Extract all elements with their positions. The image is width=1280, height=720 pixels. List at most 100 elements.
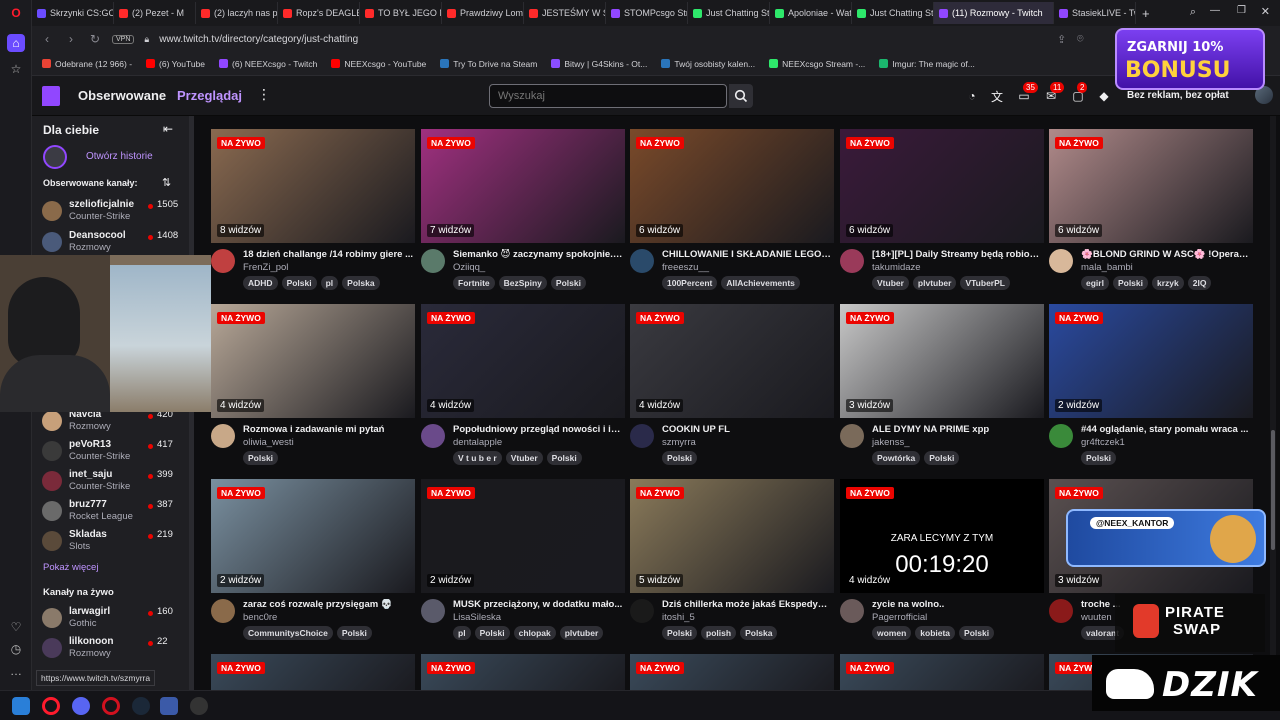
streamer-name[interactable]: benc0re: [243, 612, 277, 623]
prime-loot-icon[interactable]: ◔: [964, 88, 980, 104]
streamer-avatar[interactable]: [421, 599, 445, 623]
open-history-link[interactable]: Otwórz historie: [86, 151, 153, 162]
streamer-avatar[interactable]: [840, 249, 864, 273]
stream-thumbnail[interactable]: NA ŻYWO 3 widzów: [840, 304, 1044, 418]
stream-thumbnail[interactable]: NA ŻYWO 2 widzów: [421, 479, 625, 593]
streamer-avatar[interactable]: [630, 424, 654, 448]
stream-title[interactable]: COOKIN UP FL: [662, 424, 832, 435]
stream-title[interactable]: MUSK przeciążony, w dodatku mało...: [453, 599, 623, 610]
tag-pill[interactable]: Polska: [740, 626, 778, 640]
stream-title[interactable]: Popołudniowy przegląd nowości i in...: [453, 424, 623, 435]
bookmark-item[interactable]: Odebrane (12 966) -: [42, 59, 132, 69]
streamer-name[interactable]: szmyrra: [662, 437, 696, 448]
streamer-avatar[interactable]: [630, 599, 654, 623]
stream-card[interactable]: NA ŻYWO 7 widzów Siemanko 😈 zaczynamy spok…: [421, 129, 625, 299]
stream-thumbnail[interactable]: NA ŻYWO 5 widzów: [630, 479, 834, 593]
tag-pill[interactable]: pl: [453, 626, 471, 640]
faceit-icon[interactable]: [160, 697, 178, 715]
stream-title[interactable]: 18 dzień challange /14 robimy giere ...: [243, 249, 413, 260]
bookmark-item[interactable]: NEEXcsgo Stream -...: [769, 59, 865, 69]
streamer-avatar[interactable]: [630, 249, 654, 273]
streamer-avatar[interactable]: [1049, 599, 1073, 623]
stream-thumbnail[interactable]: NA ŻYWO 6 widzów: [840, 129, 1044, 243]
bookmark-item[interactable]: Twój osobisty kalen...: [661, 59, 755, 69]
tab[interactable]: Apoloniae - Wat: [770, 2, 852, 24]
sidebar-channel[interactable]: Skladas Slots 219: [32, 526, 194, 556]
tag-pill[interactable]: krzyk: [1152, 276, 1184, 290]
stream-title[interactable]: #44 oglądanie, stary pomału wraca ...: [1081, 424, 1251, 435]
bookmark-item[interactable]: Bitwy | G4Skins - Ot...: [551, 59, 647, 69]
stream-title[interactable]: Siemanko 😈 zaczynamy spokojnie......: [453, 249, 623, 260]
stream-card[interactable]: NA ŻYWO 6 widzów [18+][PL] Daily Streamy b…: [840, 129, 1044, 299]
whispers-icon[interactable]: ▢ 2: [1070, 82, 1088, 104]
bookmark-item[interactable]: (6) YouTube: [146, 59, 205, 69]
streamer-avatar[interactable]: [840, 599, 864, 623]
tag-pill[interactable]: BezSpiny: [498, 276, 547, 290]
streamer-avatar[interactable]: [211, 424, 235, 448]
sidebar-channel[interactable]: bruz777 Rocket League 387: [32, 496, 194, 526]
stream-title[interactable]: Dziś chillerka może jakaś Ekspedycj...: [662, 599, 832, 610]
share-icon[interactable]: ⇪: [1057, 33, 1066, 46]
streamer-avatar[interactable]: [1049, 249, 1073, 273]
twitch-logo-icon[interactable]: [42, 86, 60, 106]
reload-icon[interactable]: ↻: [88, 32, 102, 46]
bookmark-item[interactable]: Imgur: The magic of...: [879, 59, 975, 69]
stream-thumbnail[interactable]: NA ŻYWO 4 widzów: [421, 304, 625, 418]
stream-card[interactable]: NA ŻYWO 2 widzów MUSK przeciążony, w dodat…: [421, 479, 625, 649]
streamer-avatar[interactable]: [211, 599, 235, 623]
tag-pill[interactable]: pl: [320, 276, 339, 290]
stream-card[interactable]: NA ŻYWO 6 widzów 🌸BLOND GRIND W ASC🌸 !Oper…: [1049, 129, 1253, 299]
tag-pill[interactable]: women: [872, 626, 912, 640]
more-menu-icon[interactable]: ⋮: [257, 86, 271, 103]
show-more-link[interactable]: Pokaż więcej: [43, 562, 98, 573]
tab[interactable]: StasiekLIVE - Twi: [1054, 2, 1136, 24]
tag-pill[interactable]: 2IQ: [1187, 276, 1212, 290]
stream-title[interactable]: [18+][PL] Daily Streamy będą robion...: [872, 249, 1042, 260]
tag-pill[interactable]: chlopak: [513, 626, 556, 640]
stream-thumbnail[interactable]: NA ŻYWO 6 widzów: [630, 129, 834, 243]
tag-pill[interactable]: Polski: [959, 626, 995, 640]
sidebar-channel[interactable]: lilkonoon Rozmowy 22: [32, 633, 194, 663]
stream-card[interactable]: NA ŻYWO 6 widzów CHILLOWANIE I SKŁADANIE L…: [630, 129, 834, 299]
more-icon[interactable]: …: [7, 662, 25, 680]
stream-thumbnail[interactable]: NA ŻYWO: [630, 654, 834, 690]
tag-pill[interactable]: Polski: [550, 276, 586, 290]
nav-following[interactable]: Obserwowane: [78, 88, 166, 103]
no-ads-button[interactable]: Bez reklam, bez opłat: [1127, 90, 1229, 101]
windows-start-icon[interactable]: [12, 697, 30, 715]
history-icon[interactable]: ◷: [7, 640, 25, 658]
tab[interactable]: Just Chatting Stre: [688, 2, 770, 24]
tag-pill[interactable]: VTuberPL: [960, 276, 1010, 290]
vpn-badge[interactable]: VPN: [112, 34, 135, 44]
tag-pill[interactable]: plvtuber: [559, 626, 604, 640]
opera-icon[interactable]: [102, 697, 120, 715]
stream-thumbnail[interactable]: NA ŻYWO 2 widzów: [1049, 304, 1253, 418]
maximize-icon[interactable]: ❐: [1237, 5, 1246, 16]
tag-pill[interactable]: Powtórka: [872, 451, 921, 465]
stream-card[interactable]: ZARA LECYMY Z TYM 00:19:20 NA ŻYWO 4 widzów…: [840, 479, 1044, 649]
tag-pill[interactable]: kobieta: [915, 626, 956, 640]
tab[interactable]: Just Chatting Stre: [852, 2, 934, 24]
streamer-name[interactable]: LisaSileska: [453, 612, 501, 623]
tag-pill[interactable]: Polski: [474, 626, 510, 640]
star-icon[interactable]: ☆: [7, 60, 25, 78]
stream-title[interactable]: Rozmowa i zadawanie mi pytań: [243, 424, 413, 435]
stream-title[interactable]: 🌸BLOND GRIND W ASC🌸 !OperaG...: [1081, 249, 1251, 260]
opera-logo-icon[interactable]: O: [7, 4, 25, 22]
forward-icon[interactable]: ›: [64, 32, 78, 46]
sidebar-channel[interactable]: Deansocool Rozmowy 1408: [32, 227, 194, 257]
nav-browse[interactable]: Przeglądaj: [177, 88, 242, 103]
sidebar-channel[interactable]: larwagirl Gothic 160: [32, 603, 194, 633]
tag-pill[interactable]: polish: [701, 626, 737, 640]
streamer-name[interactable]: FrenZi_pol: [243, 262, 288, 273]
tab[interactable]: Skrzynki CS:GO/: [32, 2, 114, 24]
tag-pill[interactable]: AllAchievements: [721, 276, 800, 290]
stream-card[interactable]: NA ŻYWO 2 widzów zaraz coś rozwalę przysię…: [211, 479, 415, 649]
streamer-name[interactable]: jakenss_: [872, 437, 910, 448]
streamer-name[interactable]: oliwia_westi: [243, 437, 294, 448]
bookmark-item[interactable]: NEEXcsgo - YouTube: [331, 59, 426, 69]
tag-pill[interactable]: Fortnite: [453, 276, 495, 290]
app-icon[interactable]: [190, 697, 208, 715]
tag-pill[interactable]: Polski: [243, 451, 279, 465]
tag-pill[interactable]: plvtuber: [912, 276, 957, 290]
